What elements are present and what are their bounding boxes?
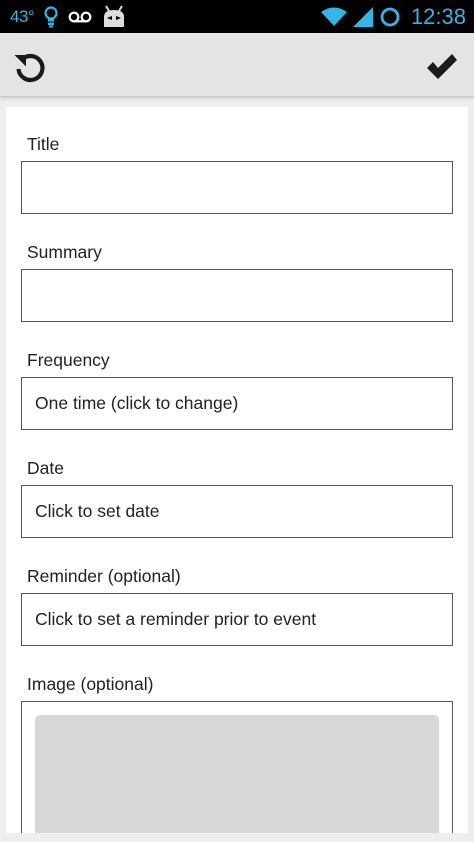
image-picker[interactable] <box>21 701 453 833</box>
save-button[interactable] <box>422 47 462 87</box>
image-label: Image (optional) <box>27 674 154 694</box>
action-bar <box>0 33 474 97</box>
bottom-edge <box>0 833 474 842</box>
title-label: Title <box>27 134 60 154</box>
reminder-picker[interactable]: Click to set a reminder prior to event <box>21 593 453 646</box>
android-icon <box>102 4 126 29</box>
form-card: Title Summary Frequency One time (click … <box>6 107 468 833</box>
image-placeholder <box>35 715 439 833</box>
sync-circle-icon <box>379 6 401 28</box>
refresh-icon <box>14 53 45 83</box>
refresh-button[interactable] <box>10 47 50 87</box>
date-label: Date <box>27 458 64 478</box>
reminder-label: Reminder (optional) <box>27 566 181 586</box>
frequency-label: Frequency <box>27 350 110 370</box>
frequency-selector[interactable]: One time (click to change) <box>21 377 453 430</box>
summary-label: Summary <box>27 242 102 262</box>
voicemail-icon <box>68 10 92 24</box>
temperature-text: 43° <box>10 6 35 26</box>
date-picker[interactable]: Click to set date <box>21 485 453 538</box>
status-system: 12:38 <box>320 3 466 30</box>
summary-input[interactable] <box>21 269 453 322</box>
status-notifications: 43° <box>10 4 321 29</box>
lightbulb-icon <box>44 5 58 28</box>
signal-icon <box>352 6 373 27</box>
title-input[interactable] <box>21 161 453 214</box>
status-bar: 43° 12:38 <box>0 0 474 33</box>
wifi-icon <box>320 7 347 27</box>
clock-text: 12:38 <box>410 3 466 29</box>
checkmark-icon <box>427 54 457 79</box>
